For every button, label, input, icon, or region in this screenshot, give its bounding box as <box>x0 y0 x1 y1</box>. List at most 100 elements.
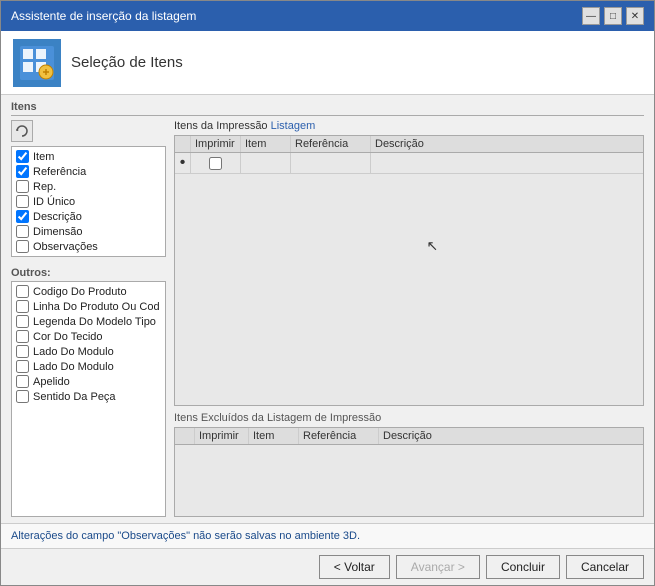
checkbox-legenda-label: Legenda Do Modelo Tipo <box>33 316 156 328</box>
listagem-link[interactable]: Listagem <box>271 120 316 132</box>
row-descricao <box>371 153 643 173</box>
header-section: Seleção de Itens <box>1 31 654 95</box>
right-panel: Itens da Impressão Listagem Imprimir Ite… <box>174 120 644 517</box>
checkbox-apelido-label: Apelido <box>33 376 70 388</box>
title-bar: Assistente de inserção da listagem — □ ✕ <box>1 1 654 31</box>
checkbox-item-observacoes: Observações <box>14 239 163 254</box>
checkbox-item-sentido: Sentido Da Peça <box>14 389 163 404</box>
print-table-label: Itens da Impressão Listagem <box>174 120 644 132</box>
checkbox-descricao-input[interactable] <box>16 210 29 223</box>
toolbar-row <box>11 120 166 142</box>
checkbox-dimensao-input[interactable] <box>16 225 29 238</box>
items-divider <box>11 115 644 116</box>
table-empty-area: ↖ <box>175 174 643 304</box>
excl-th-referencia: Referência <box>299 428 379 444</box>
checkbox-linha-input[interactable] <box>16 300 29 313</box>
checkbox-legenda-input[interactable] <box>16 315 29 328</box>
checkbox-item-lado1: Lado Do Modulo <box>14 344 163 359</box>
excluded-table-body <box>175 445 643 505</box>
checkbox-observacoes-input[interactable] <box>16 240 29 253</box>
checkbox-item-item: Item <box>14 149 163 164</box>
th-imprimir: Imprimir <box>191 136 241 152</box>
table-row: • <box>175 153 643 174</box>
header-title: Seleção de Itens <box>71 54 183 71</box>
excl-th-descricao: Descrição <box>379 428 643 444</box>
checkbox-referencia-label: Referência <box>33 166 86 178</box>
checkbox-item-referencia: Referência <box>14 164 163 179</box>
checkbox-id-input[interactable] <box>16 195 29 208</box>
checkbox-lado1-input[interactable] <box>16 345 29 358</box>
refresh-button[interactable] <box>11 120 33 142</box>
back-button[interactable]: < Voltar <box>319 555 390 579</box>
title-bar-controls: — □ ✕ <box>582 7 644 25</box>
print-items-table: Imprimir Item Referência Descrição • <box>174 135 644 406</box>
checkbox-item-descricao: Descrição <box>14 209 163 224</box>
row-item <box>241 153 291 173</box>
checkbox-codigo-input[interactable] <box>16 285 29 298</box>
wizard-icon <box>13 39 61 87</box>
finish-button[interactable]: Concluir <box>486 555 560 579</box>
minimize-button[interactable]: — <box>582 7 600 25</box>
checkbox-sentido-label: Sentido Da Peça <box>33 391 116 403</box>
th-descricao: Descrição <box>371 136 643 152</box>
checkbox-descricao-label: Descrição <box>33 211 82 223</box>
close-button[interactable]: ✕ <box>626 7 644 25</box>
checkbox-item-rep: Rep. <box>14 179 163 194</box>
checkbox-item-legenda: Legenda Do Modelo Tipo <box>14 314 163 329</box>
checkbox-item-label: Item <box>33 151 54 163</box>
items-section-label: Itens <box>11 101 644 113</box>
checkbox-item-input[interactable] <box>16 150 29 163</box>
print-table-header: Imprimir Item Referência Descrição <box>175 136 643 153</box>
cancel-button[interactable]: Cancelar <box>566 555 644 579</box>
checkbox-referencia-input[interactable] <box>16 165 29 178</box>
row-dot: • <box>175 153 191 173</box>
checkbox-item-apelido: Apelido <box>14 374 163 389</box>
main-area: Item Referência Rep. ID Único <box>11 120 644 517</box>
footer-buttons: < Voltar Avançar > Concluir Cancelar <box>1 548 654 585</box>
content-area: Itens Item <box>1 95 654 523</box>
checkbox-cor-label: Cor Do Tecido <box>33 331 103 343</box>
checkbox-rep-input[interactable] <box>16 180 29 193</box>
checkbox-item-dimensao: Dimensão <box>14 224 163 239</box>
row-print-checkbox[interactable] <box>209 157 222 170</box>
checkbox-lado2-input[interactable] <box>16 360 29 373</box>
checkbox-item-lado2: Lado Do Modulo <box>14 359 163 374</box>
others-checkbox-list: Codigo Do Produto Linha Do Produto Ou Co… <box>11 281 166 517</box>
excl-th-empty <box>175 428 195 444</box>
print-table-body: • ↖ <box>175 153 643 283</box>
checkbox-cor-input[interactable] <box>16 330 29 343</box>
next-button[interactable]: Avançar > <box>396 555 480 579</box>
cursor-icon: ↖ <box>427 237 439 254</box>
checkbox-id-label: ID Único <box>33 196 75 208</box>
others-label: Outros: <box>11 267 166 279</box>
checkbox-codigo-label: Codigo Do Produto <box>33 286 127 298</box>
th-referencia: Referência <box>291 136 371 152</box>
maximize-button[interactable]: □ <box>604 7 622 25</box>
window-title: Assistente de inserção da listagem <box>11 9 196 23</box>
left-panel: Item Referência Rep. ID Único <box>11 120 166 517</box>
excl-th-item: Item <box>249 428 299 444</box>
checkbox-lado1-label: Lado Do Modulo <box>33 346 114 358</box>
excluded-table-label: Itens Excluídos da Listagem de Impressão <box>174 412 644 424</box>
th-item: Item <box>241 136 291 152</box>
footer-note: Alterações do campo "Observações" não se… <box>1 523 654 548</box>
excluded-table-header: Imprimir Item Referência Descrição <box>175 428 643 445</box>
checkbox-rep-label: Rep. <box>33 181 56 193</box>
main-window: Assistente de inserção da listagem — □ ✕… <box>0 0 655 586</box>
row-checkbox[interactable] <box>191 153 241 173</box>
items-checkbox-list: Item Referência Rep. ID Único <box>11 146 166 257</box>
checkbox-item-codigo: Codigo Do Produto <box>14 284 163 299</box>
checkbox-item-linha: Linha Do Produto Ou Cod <box>14 299 163 314</box>
checkbox-apelido-input[interactable] <box>16 375 29 388</box>
checkbox-item-id: ID Único <box>14 194 163 209</box>
excl-th-imprimir: Imprimir <box>195 428 249 444</box>
checkbox-linha-label: Linha Do Produto Ou Cod <box>33 301 160 313</box>
excluded-items-table: Imprimir Item Referência Descrição <box>174 427 644 517</box>
checkbox-observacoes-label: Observações <box>33 241 98 253</box>
checkbox-item-cor: Cor Do Tecido <box>14 329 163 344</box>
checkbox-sentido-input[interactable] <box>16 390 29 403</box>
checkbox-lado2-label: Lado Do Modulo <box>33 361 114 373</box>
row-referencia <box>291 153 371 173</box>
checkbox-dimensao-label: Dimensão <box>33 226 83 238</box>
th-empty1 <box>175 136 191 152</box>
